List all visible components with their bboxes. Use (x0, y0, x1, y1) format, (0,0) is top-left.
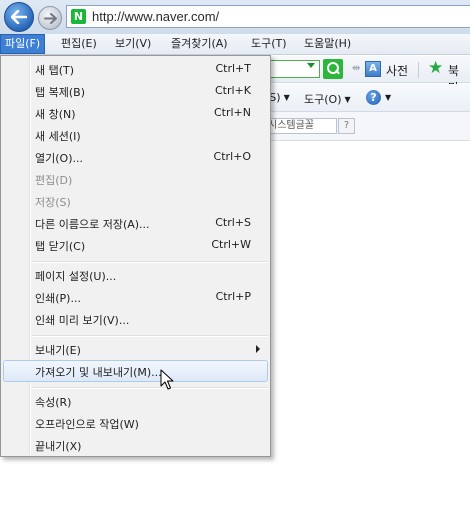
dictionary-icon[interactable]: A (365, 61, 381, 77)
menu-item-label: 페이지 설정(U)... (35, 270, 117, 283)
tools-menu-button[interactable]: 도구(O) ▼ (304, 91, 351, 107)
bookmark-star-icon[interactable]: ★ (428, 58, 443, 78)
font-help-button[interactable]: ? (338, 118, 355, 134)
naver-site-icon: N (71, 9, 86, 24)
url-text: http://www.naver.com/ (92, 9, 220, 24)
menu-item-shortcut: Ctrl+W (211, 238, 251, 251)
menu-item-open[interactable]: 열기(O)... Ctrl+O (3, 146, 268, 168)
menu-item-send[interactable]: 보내기(E) (3, 338, 268, 360)
menu-item-exit[interactable]: 끝내기(X) (3, 434, 268, 456)
menu-item-label: 새 창(N) (35, 108, 76, 121)
font-select[interactable]: 시스템글꼴 (265, 118, 337, 134)
menu-item-import-export[interactable]: 가져오기 및 내보내기(M)... (3, 360, 268, 382)
menu-help[interactable]: 도움말(H) (300, 34, 355, 54)
menu-item-shortcut: Ctrl+K (214, 84, 251, 97)
mouse-cursor-icon (160, 369, 174, 390)
menu-item-label: 가져오기 및 내보내기(M)... (35, 366, 162, 379)
menu-edit[interactable]: 편집(E) (57, 34, 101, 54)
tools-menu-label: 도구(O) (304, 93, 342, 106)
forward-button[interactable] (38, 6, 62, 30)
submenu-arrow-icon (256, 345, 260, 353)
menu-item-label: 속성(R) (35, 396, 72, 409)
menu-item-save-as[interactable]: 다른 이름으로 저장(A)... Ctrl+S (3, 212, 268, 234)
menu-separator (32, 261, 268, 263)
menu-item-shortcut: Ctrl+N (213, 106, 251, 119)
menu-tools[interactable]: 도구(T) (247, 34, 291, 54)
menu-item-label: 새 탭(T) (35, 64, 75, 77)
menu-item-properties[interactable]: 속성(R) (3, 390, 268, 412)
menu-item-edit: 편집(D) (3, 168, 268, 190)
menu-item-shortcut: Ctrl+P (215, 290, 251, 303)
dictionary-label[interactable]: 사전 (386, 62, 408, 79)
menu-bar: 파일(F) 편집(E) 보기(V) 즐겨찾기(A) 도구(T) 도움말(H) (0, 34, 470, 55)
help-icon[interactable]: ? (366, 90, 381, 105)
menu-item-label: 다른 이름으로 저장(A)... (35, 218, 150, 231)
menu-item-print[interactable]: 인쇄(P)... Ctrl+P (3, 286, 268, 308)
menu-item-shortcut: Ctrl+O (213, 150, 251, 163)
menu-favorites[interactable]: 즐겨찾기(A) (167, 34, 232, 54)
menu-file[interactable]: 파일(F) (0, 34, 46, 54)
menu-item-new-tab[interactable]: 새 탭(T) Ctrl+T (3, 58, 268, 80)
menu-item-label: 새 세션(I) (35, 130, 81, 143)
menu-item-label: 오프라인으로 작업(W) (35, 418, 139, 431)
menu-item-new-session[interactable]: 새 세션(I) (3, 124, 268, 146)
chevron-down-icon: ▼ (283, 93, 290, 102)
help-dropdown[interactable]: ▼ (382, 91, 391, 104)
back-arrow-icon (11, 10, 27, 24)
toolbar-divider (418, 62, 419, 78)
menu-item-duplicate-tab[interactable]: 탭 복제(B) Ctrl+K (3, 80, 268, 102)
menu-view[interactable]: 보기(V) (111, 34, 155, 54)
search-dropdown-icon[interactable] (307, 63, 315, 68)
menu-item-label: 끝내기(X) (35, 440, 82, 453)
menu-item-label: 저장(S) (35, 196, 71, 209)
menu-item-shortcut: Ctrl+S (215, 216, 251, 229)
menu-item-label: 인쇄 미리 보기(V)... (35, 314, 130, 327)
chevron-down-icon: ▼ (344, 95, 351, 104)
file-menu-dropdown: 새 탭(T) Ctrl+T 탭 복제(B) Ctrl+K 새 창(N) Ctrl… (0, 55, 271, 457)
address-bar: N http://www.naver.com/ (0, 0, 470, 34)
toolbar-grip-icon[interactable]: ⇹ (352, 63, 360, 74)
search-button[interactable] (323, 59, 343, 79)
menu-item-label: 탭 복제(B) (35, 86, 85, 99)
forward-arrow-icon (43, 12, 57, 24)
menu-item-label: 인쇄(P)... (35, 292, 81, 305)
back-button[interactable] (4, 2, 34, 32)
menu-item-work-offline[interactable]: 오프라인으로 작업(W) (3, 412, 268, 434)
menu-item-label: 열기(O)... (35, 152, 83, 165)
chevron-down-icon: ▼ (385, 93, 392, 102)
menu-item-new-window[interactable]: 새 창(N) Ctrl+N (3, 102, 268, 124)
menu-item-label: 탭 닫기(C) (35, 240, 86, 253)
menu-separator (32, 335, 268, 337)
menu-item-close-tab[interactable]: 탭 닫기(C) Ctrl+W (3, 234, 268, 256)
menu-separator (32, 387, 268, 389)
menu-item-label: 편집(D) (35, 174, 73, 187)
menu-item-print-preview[interactable]: 인쇄 미리 보기(V)... (3, 308, 268, 330)
url-input[interactable]: N http://www.naver.com/ (66, 5, 470, 28)
menu-item-save: 저장(S) (3, 190, 268, 212)
menu-item-shortcut: Ctrl+T (215, 62, 251, 75)
menu-item-label: 보내기(E) (35, 344, 81, 357)
menu-item-page-setup[interactable]: 페이지 설정(U)... (3, 264, 268, 286)
